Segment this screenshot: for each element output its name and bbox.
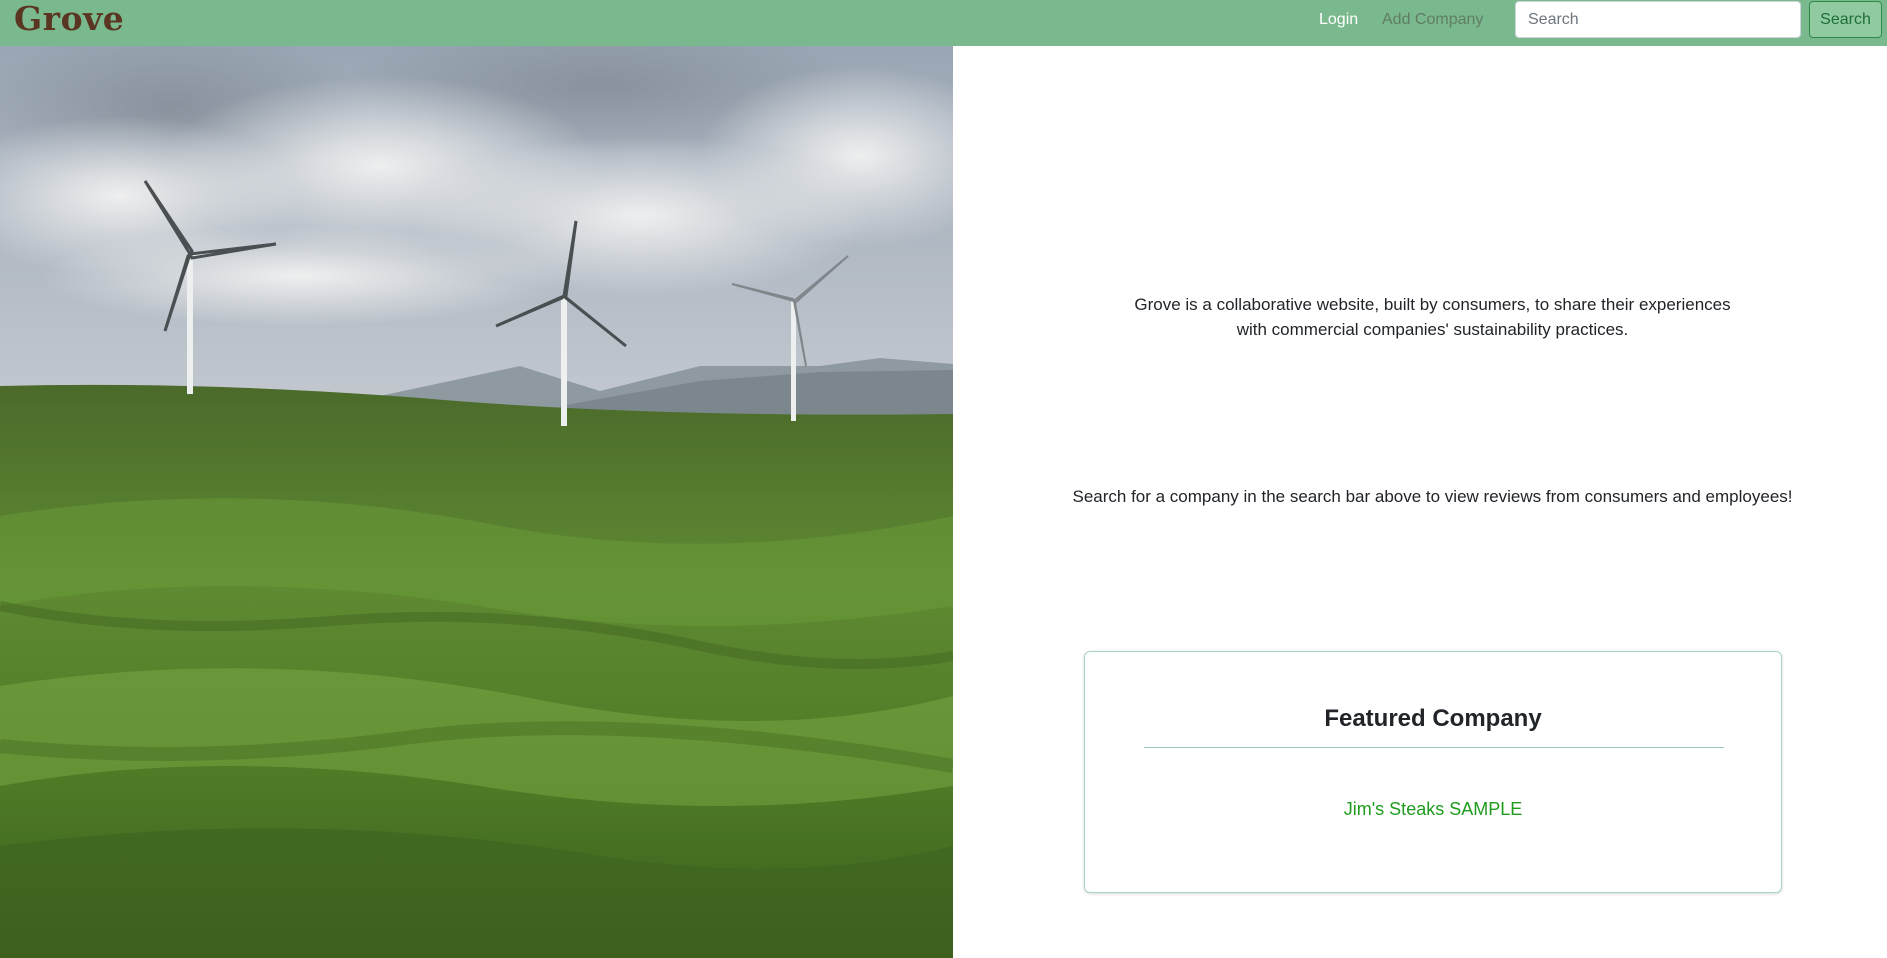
featured-company-card: Featured Company Jim's Steaks SAMPLE — [1084, 651, 1782, 893]
instruction-text: Search for a company in the search bar a… — [1072, 487, 1793, 506]
search-input[interactable] — [1515, 1, 1801, 38]
featured-company-title: Featured Company — [1324, 705, 1542, 732]
card-divider — [1144, 747, 1724, 748]
add-company-link[interactable]: Add Company — [1382, 10, 1483, 30]
hero-image — [0, 46, 953, 958]
brand-logo[interactable]: Grove — [14, 0, 124, 40]
login-link[interactable]: Login — [1319, 10, 1358, 30]
search-button[interactable]: Search — [1809, 1, 1882, 38]
featured-company-link[interactable]: Jim's Steaks SAMPLE — [1085, 797, 1781, 821]
intro-text: Grove is a collaborative website, built … — [1134, 295, 1731, 339]
top-navbar: Grove Login Add Company Search — [0, 0, 1887, 46]
